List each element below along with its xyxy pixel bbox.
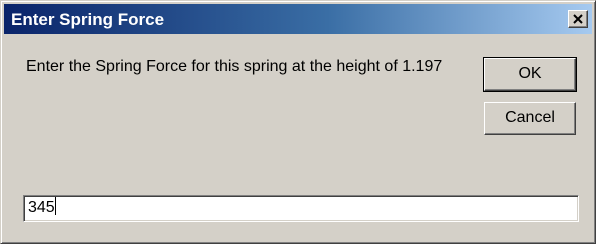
dialog-window: Enter Spring Force Enter the Spring Forc… [0,0,596,244]
close-icon [573,14,583,24]
spring-force-input[interactable]: 345 [23,195,579,222]
text-caret [54,197,56,215]
close-button[interactable] [568,10,588,28]
ok-button[interactable]: OK [483,57,577,92]
cancel-button[interactable]: Cancel [484,102,576,135]
prompt-message: Enter the Spring Force for this spring a… [26,58,443,75]
dialog-title: Enter Spring Force [11,10,165,29]
input-value: 345 [28,199,55,216]
title-bar[interactable]: Enter Spring Force [4,4,592,34]
